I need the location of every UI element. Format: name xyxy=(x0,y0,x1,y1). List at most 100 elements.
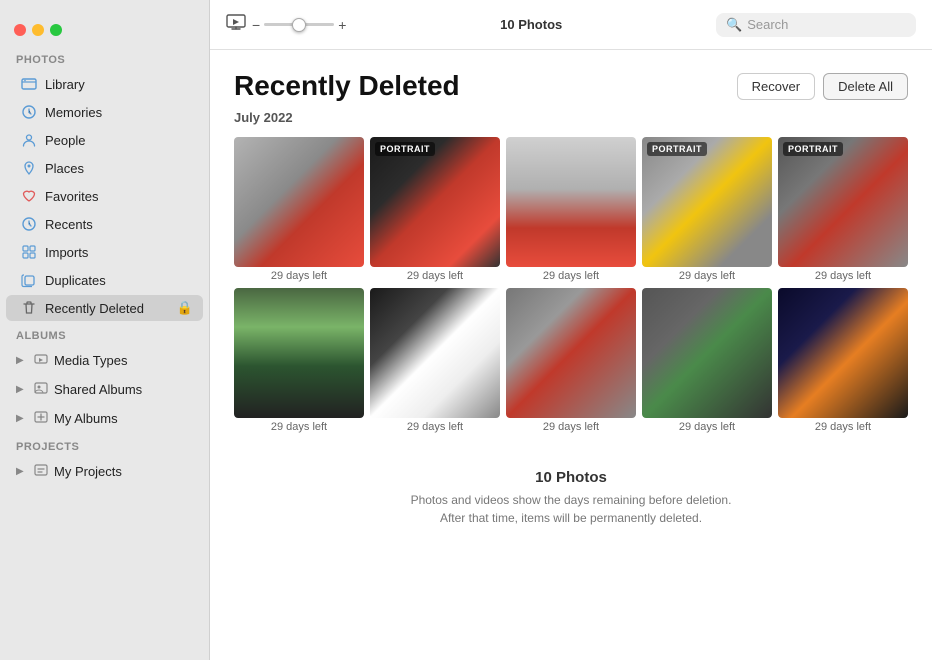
footer-desc-line2: After that time, items will be permanent… xyxy=(440,511,702,525)
photos-section-label: Photos xyxy=(0,46,209,70)
library-icon xyxy=(20,75,38,93)
sidebar-group-media-types[interactable]: ▶ Media Types xyxy=(6,347,203,374)
shared-albums-icon xyxy=(33,380,49,399)
sidebar: Photos Library Memories People Places Fa… xyxy=(0,0,210,660)
photo-days-label: 29 days left xyxy=(407,270,463,282)
portrait-badge: PORTRAIT xyxy=(375,142,435,156)
my-albums-icon xyxy=(33,409,49,428)
media-types-icon xyxy=(33,351,49,370)
slider-thumb[interactable] xyxy=(292,18,306,32)
photo-thumbnail[interactable]: PORTRAIT xyxy=(642,137,772,267)
photo-days-label: 29 days left xyxy=(543,421,599,433)
sidebar-item-duplicates[interactable]: Duplicates xyxy=(6,267,203,293)
photo-item[interactable]: 29 days left xyxy=(642,288,772,433)
sidebar-item-duplicates-label: Duplicates xyxy=(45,273,193,288)
portrait-badge: PORTRAIT xyxy=(783,142,843,156)
sidebar-group-shared-albums[interactable]: ▶ Shared Albums xyxy=(6,376,203,403)
photo-days-label: 29 days left xyxy=(543,270,599,282)
content-footer: 10 Photos Photos and videos show the day… xyxy=(234,449,908,537)
sidebar-item-recents[interactable]: Recents xyxy=(6,211,203,237)
toolbar-left: − + xyxy=(226,14,346,35)
photo-item[interactable]: 29 days left xyxy=(506,288,636,433)
page-title: Recently Deleted xyxy=(234,70,737,102)
traffic-lights xyxy=(0,12,209,36)
photo-grid: 29 days left PORTRAIT 29 days left 29 da… xyxy=(234,137,908,433)
photo-thumbnail[interactable] xyxy=(234,137,364,267)
minimize-button[interactable] xyxy=(32,24,44,36)
chevron-right-icon-4: ▶ xyxy=(16,466,28,477)
my-projects-icon xyxy=(33,462,49,481)
sidebar-item-library[interactable]: Library xyxy=(6,71,203,97)
photo-days-label: 29 days left xyxy=(407,421,463,433)
favorites-icon xyxy=(20,187,38,205)
photo-thumbnail[interactable]: PORTRAIT xyxy=(370,137,500,267)
photo-days-label: 29 days left xyxy=(815,421,871,433)
portrait-badge: PORTRAIT xyxy=(647,142,707,156)
sidebar-item-people-label: People xyxy=(45,133,193,148)
recents-icon xyxy=(20,215,38,233)
search-input[interactable] xyxy=(747,17,907,32)
sidebar-item-library-label: Library xyxy=(45,77,193,92)
slideshow-icon[interactable] xyxy=(226,14,246,35)
photo-item[interactable]: PORTRAIT 29 days left xyxy=(370,137,500,282)
photo-days-label: 29 days left xyxy=(815,270,871,282)
sidebar-item-places-label: Places xyxy=(45,161,193,176)
photo-item[interactable]: 29 days left xyxy=(234,137,364,282)
sidebar-item-people[interactable]: People xyxy=(6,127,203,153)
chevron-right-icon-2: ▶ xyxy=(16,384,28,395)
my-projects-label: My Projects xyxy=(54,464,122,479)
trash-icon xyxy=(20,299,38,317)
toolbar-photo-count: 10 Photos xyxy=(354,17,708,32)
maximize-button[interactable] xyxy=(50,24,62,36)
content-header: Recently Deleted Recover Delete All xyxy=(234,70,908,102)
photo-thumbnail[interactable] xyxy=(506,288,636,418)
sidebar-group-my-projects[interactable]: ▶ My Projects xyxy=(6,458,203,485)
photo-item[interactable]: PORTRAIT 29 days left xyxy=(778,137,908,282)
footer-desc-line1: Photos and videos show the days remainin… xyxy=(411,493,732,507)
photo-thumbnail[interactable] xyxy=(778,288,908,418)
lock-icon: 🔒 xyxy=(177,300,193,316)
photo-item[interactable]: PORTRAIT 29 days left xyxy=(642,137,772,282)
sidebar-item-recently-deleted[interactable]: Recently Deleted 🔒 xyxy=(6,295,203,321)
photo-days-label: 29 days left xyxy=(679,421,735,433)
sidebar-item-recently-deleted-label: Recently Deleted xyxy=(45,301,170,316)
places-icon xyxy=(20,159,38,177)
sidebar-item-favorites[interactable]: Favorites xyxy=(6,183,203,209)
photo-thumbnail[interactable] xyxy=(642,288,772,418)
slider-track[interactable] xyxy=(264,23,334,26)
action-buttons: Recover Delete All xyxy=(737,73,908,100)
close-button[interactable] xyxy=(14,24,26,36)
slider-minus[interactable]: − xyxy=(252,17,260,33)
slider-plus[interactable]: + xyxy=(338,17,346,33)
chevron-right-icon-3: ▶ xyxy=(16,413,28,424)
photo-thumbnail[interactable] xyxy=(370,288,500,418)
photo-days-label: 29 days left xyxy=(271,270,327,282)
photo-thumbnail[interactable]: PORTRAIT xyxy=(778,137,908,267)
photo-item[interactable]: 29 days left xyxy=(506,137,636,282)
sidebar-item-places[interactable]: Places xyxy=(6,155,203,181)
recover-button[interactable]: Recover xyxy=(737,73,815,100)
photo-days-label: 29 days left xyxy=(679,270,735,282)
footer-description: Photos and videos show the days remainin… xyxy=(234,491,908,527)
photo-item[interactable]: 29 days left xyxy=(370,288,500,433)
albums-section-label: Albums xyxy=(0,322,209,346)
sidebar-item-imports-label: Imports xyxy=(45,245,193,260)
size-slider[interactable]: − + xyxy=(252,17,346,33)
search-box[interactable]: 🔍 xyxy=(716,13,916,37)
sidebar-item-imports[interactable]: Imports xyxy=(6,239,203,265)
sidebar-group-my-albums[interactable]: ▶ My Albums xyxy=(6,405,203,432)
photo-item[interactable]: 29 days left xyxy=(778,288,908,433)
photo-thumbnail[interactable] xyxy=(234,288,364,418)
photo-item[interactable]: 29 days left xyxy=(234,288,364,433)
delete-all-button[interactable]: Delete All xyxy=(823,73,908,100)
shared-albums-label: Shared Albums xyxy=(54,382,142,397)
photo-days-label: 29 days left xyxy=(271,421,327,433)
imports-icon xyxy=(20,243,38,261)
memories-icon xyxy=(20,103,38,121)
chevron-right-icon: ▶ xyxy=(16,355,28,366)
sidebar-item-memories-label: Memories xyxy=(45,105,193,120)
section-date: July 2022 xyxy=(234,110,908,125)
photo-thumbnail[interactable] xyxy=(506,137,636,267)
footer-title: 10 Photos xyxy=(234,469,908,486)
sidebar-item-memories[interactable]: Memories xyxy=(6,99,203,125)
